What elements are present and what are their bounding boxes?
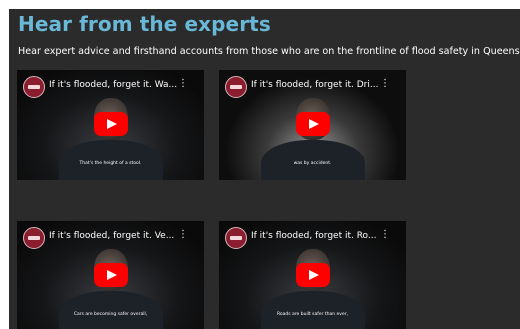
more-options-icon[interactable]: ⋮ (178, 230, 188, 240)
channel-logo-icon[interactable] (23, 227, 45, 249)
play-icon[interactable] (94, 263, 128, 287)
video-caption: Roads are built safer than ever, (276, 312, 349, 317)
channel-logo-icon[interactable] (225, 227, 247, 249)
video-title[interactable]: If it's flooded, forget it. Ve... (49, 231, 179, 241)
more-options-icon[interactable]: ⋮ (178, 79, 188, 89)
person-body (59, 140, 163, 180)
video-card[interactable]: If it's flooded, forget it. Wa... ⋮ That… (17, 70, 204, 180)
video-card[interactable]: If it's flooded, forget it. Ve... ⋮ Cars… (17, 221, 204, 329)
more-options-icon[interactable]: ⋮ (380, 79, 390, 89)
video-title[interactable]: If it's flooded, forget it. Dri... (251, 80, 381, 90)
video-card[interactable]: If it's flooded, forget it. Ro... ⋮ Road… (219, 221, 406, 329)
more-options-icon[interactable]: ⋮ (380, 230, 390, 240)
section-title: Hear from the experts (18, 12, 271, 36)
video-caption: was by accident. (293, 161, 332, 166)
channel-logo-icon[interactable] (225, 76, 247, 98)
video-caption: That's the height of a stool. (79, 161, 142, 166)
channel-logo-icon[interactable] (23, 76, 45, 98)
video-title[interactable]: If it's flooded, forget it. Ro... (251, 231, 381, 241)
section-intro: Hear expert advice and firsthand account… (18, 46, 520, 57)
experts-section: Hear from the experts Hear expert advice… (9, 9, 520, 329)
play-icon[interactable] (94, 112, 128, 136)
video-title[interactable]: If it's flooded, forget it. Wa... (49, 80, 179, 90)
play-icon[interactable] (296, 112, 330, 136)
video-card[interactable]: If it's flooded, forget it. Dri... ⋮ was… (219, 70, 406, 180)
person-body (59, 291, 163, 329)
play-icon[interactable] (296, 263, 330, 287)
person-body (261, 291, 365, 329)
person-body (261, 140, 365, 180)
video-caption: Cars are becoming safer overall, (73, 312, 148, 317)
